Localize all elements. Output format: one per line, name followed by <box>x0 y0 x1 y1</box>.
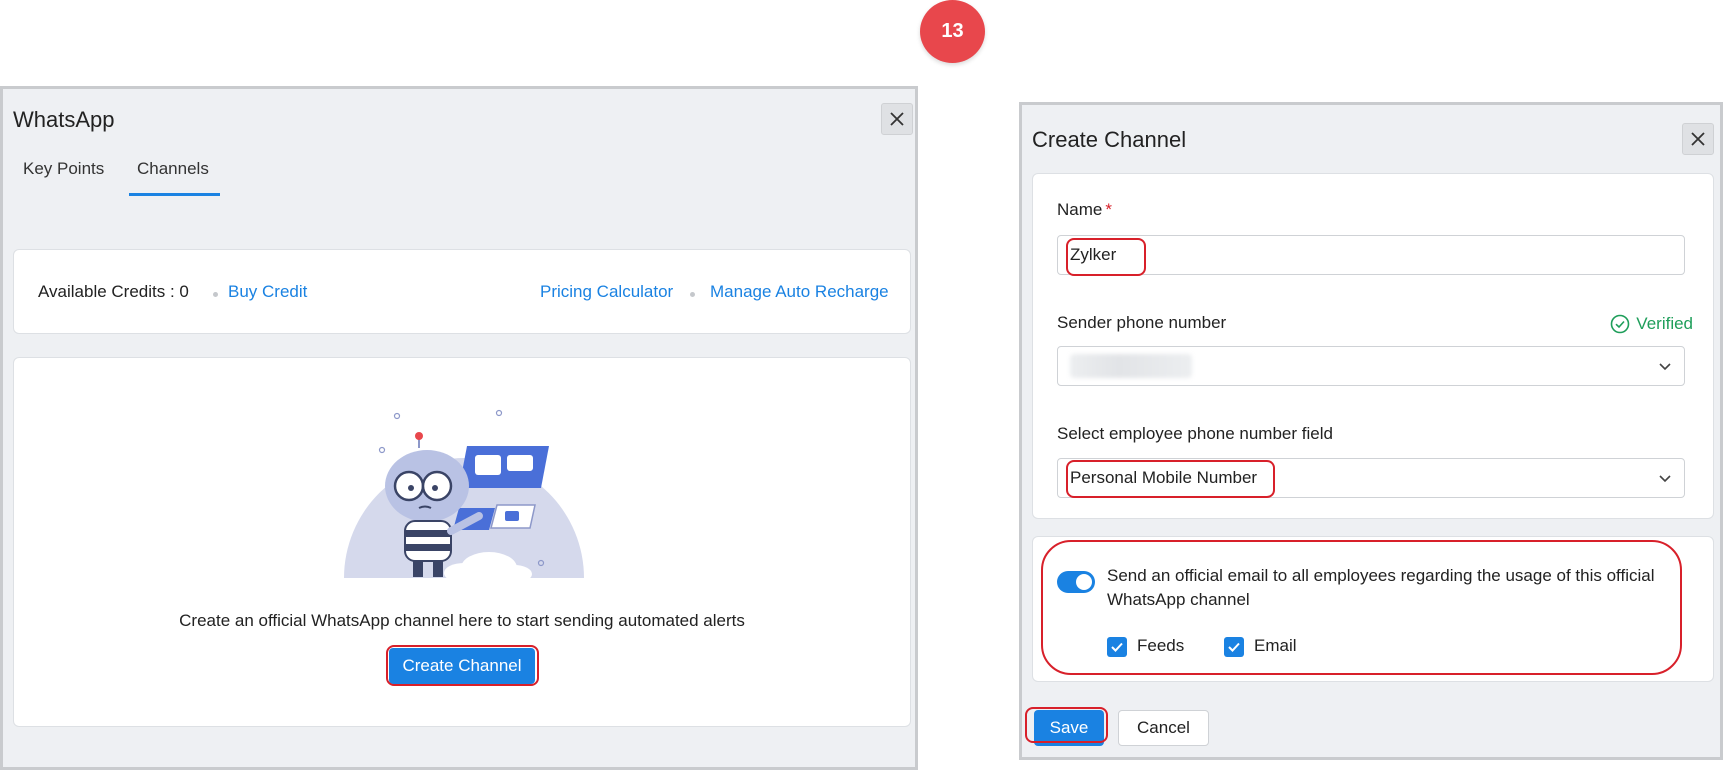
tab-key-points[interactable]: Key Points <box>23 159 104 179</box>
robot-illustration <box>344 409 584 578</box>
redacted-phone-number <box>1070 354 1192 378</box>
required-mark: * <box>1105 200 1112 219</box>
name-input-value: Zylker <box>1070 245 1117 264</box>
sender-phone-label: Sender phone number <box>1057 313 1227 332</box>
create-channel-panel: Create Channel Name * Zylker Sender phone… <box>1019 102 1723 760</box>
employee-phone-field-value: Personal Mobile Number <box>1070 468 1258 487</box>
official-email-description: Send an official email to all employees … <box>1107 566 1655 609</box>
feeds-label: Feeds <box>1137 636 1185 655</box>
credits-bar: Available Credits : 0 Buy Credit Pricing… <box>13 249 911 334</box>
official-email-options: Send an official email to all employees … <box>1032 536 1714 682</box>
close-icon <box>890 112 904 126</box>
tab-channels[interactable]: Channels <box>137 159 209 179</box>
step-number-badge: 13 <box>920 0 985 63</box>
feeds-checkbox[interactable] <box>1107 637 1127 657</box>
cancel-button[interactable]: Cancel <box>1118 710 1209 746</box>
save-button[interactable]: Save <box>1034 710 1104 746</box>
check-circle-icon <box>1610 314 1630 334</box>
panel-title: WhatsApp <box>13 107 115 132</box>
channel-form: Name * Zylker Sender phone number Verifie… <box>1032 173 1714 519</box>
employee-phone-field-select[interactable]: Personal Mobile Number <box>1057 458 1685 498</box>
toggle-knob <box>1076 574 1092 590</box>
close-icon <box>1691 132 1705 146</box>
name-label: Name * <box>1057 200 1112 220</box>
close-button[interactable] <box>881 103 913 135</box>
email-label: Email <box>1254 636 1297 655</box>
available-credits: Available Credits : 0 <box>38 282 189 301</box>
chevron-down-icon <box>1659 363 1671 371</box>
name-input[interactable]: Zylker <box>1057 235 1685 275</box>
active-tab-indicator <box>129 193 220 196</box>
panel-title: Create Channel <box>1032 127 1187 152</box>
separator-dot <box>213 292 218 297</box>
empty-state-message: Create an official WhatsApp channel here… <box>179 611 745 630</box>
checkmark-icon <box>1228 642 1240 652</box>
channels-empty-state: Create an official WhatsApp channel here… <box>13 357 911 727</box>
separator-dot <box>690 292 695 297</box>
official-email-toggle[interactable] <box>1057 571 1095 593</box>
close-button[interactable] <box>1682 123 1714 155</box>
employee-phone-field-label: Select employee phone number field <box>1057 424 1333 443</box>
checkmark-icon <box>1111 642 1123 652</box>
manage-auto-recharge-link[interactable]: Manage Auto Recharge <box>710 282 889 302</box>
name-label-text: Name <box>1057 200 1103 219</box>
create-channel-button[interactable]: Create Channel <box>389 648 535 684</box>
verified-status: Verified <box>1610 314 1693 334</box>
whatsapp-panel: WhatsApp Key Points Channels Available C… <box>0 86 918 770</box>
verified-text: Verified <box>1636 314 1693 333</box>
email-checkbox[interactable] <box>1224 637 1244 657</box>
pricing-calculator-link[interactable]: Pricing Calculator <box>540 282 673 302</box>
chevron-down-icon <box>1659 475 1671 483</box>
sender-phone-select[interactable] <box>1057 346 1685 386</box>
buy-credit-link[interactable]: Buy Credit <box>228 282 307 302</box>
